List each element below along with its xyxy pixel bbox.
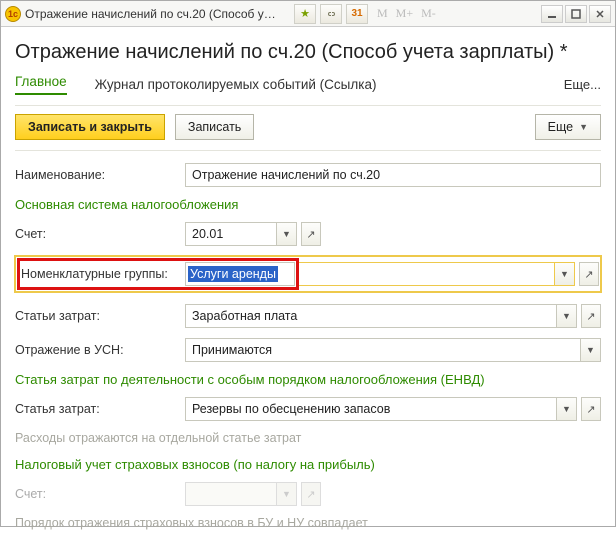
page-title: Отражение начислений по сч.20 (Способ уч… [15, 41, 601, 64]
account-dropdown-button[interactable]: ▼ [277, 222, 297, 246]
close-button[interactable] [589, 5, 611, 23]
more-button[interactable]: Еще ▼ [535, 114, 601, 140]
more-button-label: Еще [548, 120, 573, 134]
write-and-close-button[interactable]: Записать и закрыть [15, 114, 165, 140]
envd-item-open-button[interactable]: ↗ [581, 397, 601, 421]
row-account: Счет: 20.01 ▼ ↗ [15, 222, 601, 246]
name-input[interactable]: Отражение начислений по сч.20 [185, 163, 601, 187]
profit-hint: Порядок отражения страховых взносов в БУ… [15, 516, 601, 530]
label-account: Счет: [15, 227, 185, 241]
row-usn: Отражение в УСН: Принимаются ▼ [15, 338, 601, 362]
tab-journal[interactable]: Журнал протоколируемых событий (Ссылка) [95, 77, 377, 92]
label-nomenclature-groups: Номенклатурные группы: [21, 267, 185, 281]
row-envd-item: Статья затрат: Резервы по обесценению за… [15, 397, 601, 421]
nomenclature-groups-input[interactable]: Услуги аренды [185, 262, 295, 286]
chevron-down-icon: ▼ [579, 122, 588, 132]
favorites-icon[interactable]: ★ [294, 4, 316, 24]
calendar-icon[interactable]: 31 [346, 4, 368, 24]
content-area: Отражение начислений по сч.20 (Способ уч… [1, 27, 615, 550]
m-minus-button[interactable]: M- [418, 4, 439, 23]
nav-tabs: Главное Журнал протоколируемых событий (… [15, 74, 601, 95]
row-cost-items: Статьи затрат: Заработная плата ▼ ↗ [15, 304, 601, 328]
account-open-button[interactable]: ↗ [301, 222, 321, 246]
label-usn: Отражение в УСН: [15, 343, 185, 357]
highlight-box: Номенклатурные группы: Услуги аренды [17, 258, 299, 290]
label-profit-account: Счет: [15, 487, 185, 501]
maximize-button[interactable] [565, 5, 587, 23]
account-input[interactable]: 20.01 [185, 222, 277, 246]
row-nomenclature-groups: Номенклатурные группы: Услуги аренды ▼ ↗ [15, 256, 601, 292]
nomenclature-groups-continuation[interactable] [299, 262, 555, 286]
tab-more[interactable]: Еще... [564, 77, 601, 92]
tab-main[interactable]: Главное [15, 74, 67, 95]
nomenclature-dropdown-button[interactable]: ▼ [555, 262, 575, 286]
profit-account-open-button: ↗ [301, 482, 321, 506]
memory-buttons: M M+ M- [374, 4, 439, 23]
cost-items-input[interactable]: Заработная плата [185, 304, 557, 328]
command-bar: Записать и закрыть Записать Еще ▼ [15, 105, 601, 151]
minimize-button[interactable] [541, 5, 563, 23]
nomenclature-open-button[interactable]: ↗ [579, 262, 599, 286]
label-name: Наименование: [15, 168, 185, 182]
cost-items-dropdown-button[interactable]: ▼ [557, 304, 577, 328]
profit-account-dropdown-button: ▼ [277, 482, 297, 506]
envd-hint: Расходы отражаются на отдельной статье з… [15, 431, 601, 445]
write-button[interactable]: Записать [175, 114, 254, 140]
window-title: Отражение начислений по сч.20 (Способ уч… [25, 7, 280, 21]
section-envd: Статья затрат по деятельности с особым п… [15, 372, 601, 387]
row-name: Наименование: Отражение начислений по сч… [15, 163, 601, 187]
nomenclature-groups-value: Услуги аренды [188, 266, 278, 282]
label-envd-item: Статья затрат: [15, 402, 185, 416]
envd-item-dropdown-button[interactable]: ▼ [557, 397, 577, 421]
profit-account-input [185, 482, 277, 506]
section-profit-tax: Налоговый учет страховых взносов (по нал… [15, 457, 601, 472]
link-icon[interactable] [320, 4, 342, 24]
m-button[interactable]: M [374, 4, 391, 23]
title-bar: 1c Отражение начислений по сч.20 (Способ… [1, 1, 615, 27]
app-icon: 1c [5, 6, 21, 22]
m-plus-button[interactable]: M+ [393, 4, 416, 23]
usn-dropdown-button[interactable]: ▼ [581, 338, 601, 362]
envd-item-input[interactable]: Резервы по обесценению запасов [185, 397, 557, 421]
cost-items-open-button[interactable]: ↗ [581, 304, 601, 328]
label-cost-items: Статьи затрат: [15, 309, 185, 323]
row-profit-account: Счет: ▼ ↗ [15, 482, 601, 506]
section-main-tax: Основная система налогообложения [15, 197, 601, 212]
usn-input[interactable]: Принимаются [185, 338, 581, 362]
